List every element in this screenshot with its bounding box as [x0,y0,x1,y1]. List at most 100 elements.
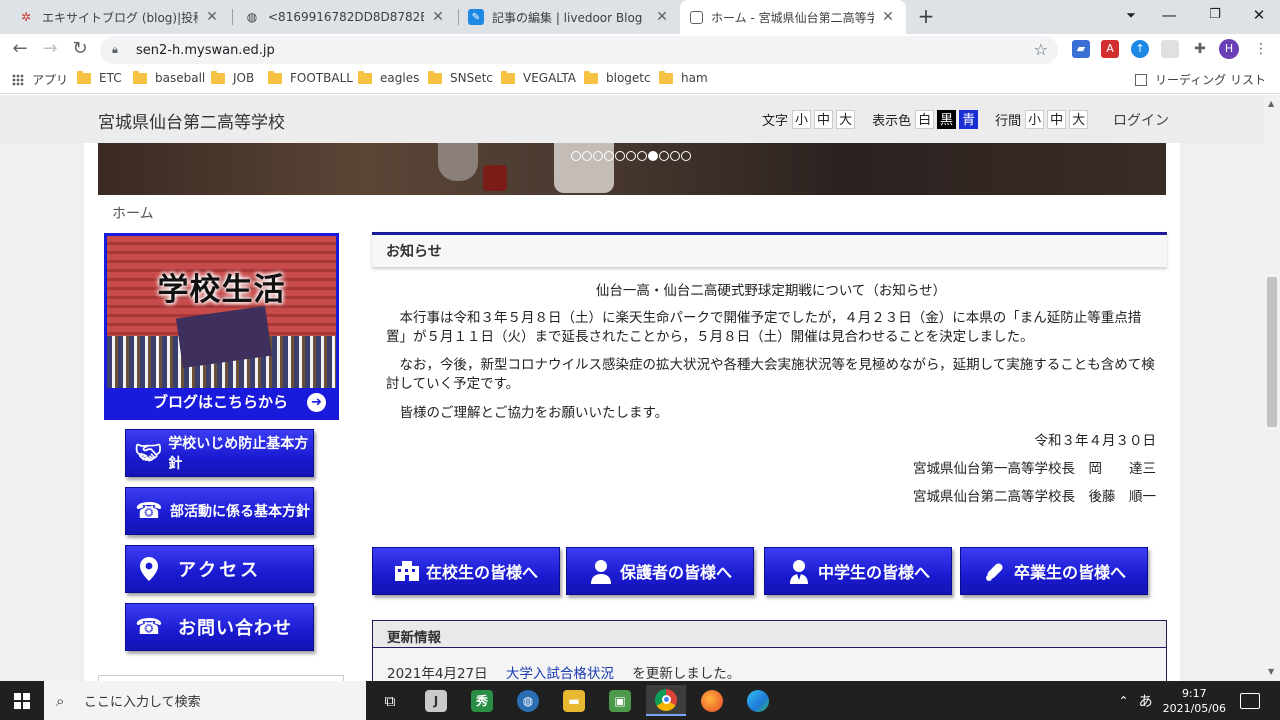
extension-gray-icon[interactable] [1161,40,1179,58]
scrollbar-thumb[interactable] [1267,277,1277,427]
bookmark-folder[interactable]: eagles [358,70,419,85]
bookmark-folder[interactable]: FOOTBALL [268,70,353,85]
bookmark-star-icon[interactable]: ☆ [1034,40,1048,59]
scroll-down-icon[interactable]: ▼ [1268,667,1276,676]
bookmark-folder[interactable]: JOB [211,70,254,85]
slider-dot[interactable] [659,151,669,161]
extensions-puzzle-icon[interactable]: ✚ [1191,40,1209,58]
taskbar-app-image-icon[interactable]: ▣ [600,685,640,716]
slider-dot[interactable] [670,151,680,161]
site-title[interactable]: 宮城県仙台第二高等学校 [98,108,285,133]
line-height-medium-button[interactable]: 中 [1047,110,1067,129]
slider-dot[interactable] [604,151,614,161]
bookmark-folder[interactable]: VEGALTA [501,70,576,85]
bookmark-folder[interactable]: SNSetc [428,70,493,85]
slider-dot[interactable] [648,151,658,161]
button-label: 部活動に係る基本方針 [170,504,310,520]
access-button[interactable]: アクセス [125,545,314,593]
text-size-small-button[interactable]: 小 [792,110,812,129]
color-white-button[interactable]: 白 [915,110,935,129]
contact-button[interactable]: ☎ お問い合わせ [125,603,314,651]
update-link[interactable]: 大学入試合格状況 [506,666,614,681]
breadcrumb[interactable]: ホーム [112,203,154,223]
extension-chat-icon[interactable]: ▰ [1072,40,1090,58]
chrome-icon[interactable] [646,685,686,716]
slider-dot[interactable] [571,151,581,161]
reload-button[interactable]: ↻ [68,37,92,61]
tab-school-home[interactable]: ホーム - 宮城県仙台第二高等学校 ✕ [680,0,906,34]
close-tab-icon[interactable]: ✕ [430,9,446,25]
close-tab-icon[interactable]: ✕ [204,9,220,25]
slider-dot[interactable] [615,151,625,161]
junior-high-students-button[interactable]: 中学生の皆様へ [764,547,952,595]
hero-slider[interactable] [98,143,1166,195]
list-item: 2021年4月27日 大学入試合格状況 を更新しました。 [373,648,1166,681]
taskbar-app-green-icon[interactable]: 秀 [462,685,502,716]
slider-dot[interactable] [637,151,647,161]
blog-banner[interactable]: 学校生活 ブログはこちらから ➜ [104,233,339,420]
color-blue-button[interactable]: 青 [959,110,979,129]
text-size-large-button[interactable]: 大 [836,110,856,129]
bookmark-folder[interactable]: ham [659,70,708,85]
folder-icon [268,70,282,84]
scroll-up-icon[interactable]: ▲ [1268,99,1276,108]
chevron-up-icon[interactable]: ⌃ [1119,694,1129,708]
menu-kebab-icon[interactable]: ⋮ [1252,40,1270,58]
notice-header: お知らせ [372,232,1167,267]
bookmark-folder[interactable]: baseball [133,70,205,85]
blog-banner-title: 学校生活 [157,272,286,308]
edge-icon[interactable] [738,685,778,716]
extension-pdf-icon[interactable]: A [1101,40,1119,58]
extension-blue-icon[interactable]: ↑ [1131,40,1149,58]
reading-list-icon [1135,73,1148,86]
alumni-button[interactable]: 卒業生の皆様へ [960,547,1148,595]
line-height-small-button[interactable]: 小 [1025,110,1045,129]
minimize-button[interactable]: — [1154,4,1184,28]
new-tab-button[interactable]: + [914,5,938,29]
slider-dot[interactable] [593,151,603,161]
back-button[interactable]: ← [8,37,32,61]
tab-livedoor[interactable]: ✎ 記事の編集 | livedoor Blog ✕ [458,0,680,34]
page-scrollbar[interactable]: ▲ ▼ [1264,95,1280,681]
anti-bullying-policy-button[interactable]: 🤝︎ 学校いじめ防止基本方針 [125,429,314,477]
reading-list-button[interactable]: リーディング リスト [1135,71,1266,88]
bookmark-folder[interactable]: blogetc [584,70,651,85]
taskbar-app-globe-icon[interactable]: ◍ [508,685,548,716]
parents-button[interactable]: 保護者の皆様へ [566,547,754,595]
bookmark-folder[interactable]: ETC [77,70,122,85]
text-size-medium-button[interactable]: 中 [814,110,834,129]
task-view-icon[interactable]: ⧉ [370,685,410,716]
taskbar-search[interactable]: ⌕ ここに入力して検索 [44,681,366,720]
clock[interactable]: 9:17 2021/05/06 [1163,686,1226,716]
hero-image-figure [438,143,478,181]
blog-banner-caption-text: ブログはこちらから [153,393,289,411]
taskbar-app-j-icon[interactable]: J [416,685,456,716]
notice-signature: 宮城県仙台第二高等学校長 後藤 順一 [913,489,1156,505]
firefox-icon[interactable] [692,685,732,716]
current-students-button[interactable]: 在校生の皆様へ [372,547,560,595]
slider-dot[interactable] [582,151,592,161]
close-tab-icon[interactable]: ✕ [654,9,670,25]
line-height-large-button[interactable]: 大 [1069,110,1089,129]
file-explorer-icon[interactable]: ▬ [554,685,594,716]
maximize-button[interactable]: ❐ [1200,4,1230,28]
profile-avatar[interactable]: H [1219,39,1239,59]
forward-button[interactable]: → [38,37,62,61]
login-link[interactable]: ログイン [1113,110,1169,130]
start-button[interactable] [0,681,44,720]
ime-indicator[interactable]: あ [1139,691,1153,711]
tab-url[interactable]: ◍ <8169916782DD8D8782ED82B9 ✕ [234,0,456,34]
update-date: 2021年4月27日 [387,666,488,681]
club-activity-policy-button[interactable]: ☎︎ 部活動に係る基本方針 [125,487,314,535]
tab-search-icon[interactable]: ⏷ [1116,4,1146,28]
slider-dot[interactable] [626,151,636,161]
tab-excite-blog[interactable]: ✲ エキサイトブログ (blog)|投稿完了 ✕ [8,0,230,34]
slider-dot[interactable] [681,151,691,161]
bookmark-apps[interactable]: アプリ [12,71,68,88]
address-bar[interactable]: 🔒︎ sen2-h.myswan.ed.jp ☆ [100,36,1058,64]
notice-paragraph: なお，今後，新型コロナウイルス感染症の拡大状況や各種大会実施状況等を見極めながら… [386,357,1155,392]
close-window-button[interactable]: ✕ [1244,4,1274,28]
notification-icon[interactable] [1240,692,1260,709]
color-black-button[interactable]: 黒 [937,110,957,129]
close-tab-icon[interactable]: ✕ [880,9,896,25]
